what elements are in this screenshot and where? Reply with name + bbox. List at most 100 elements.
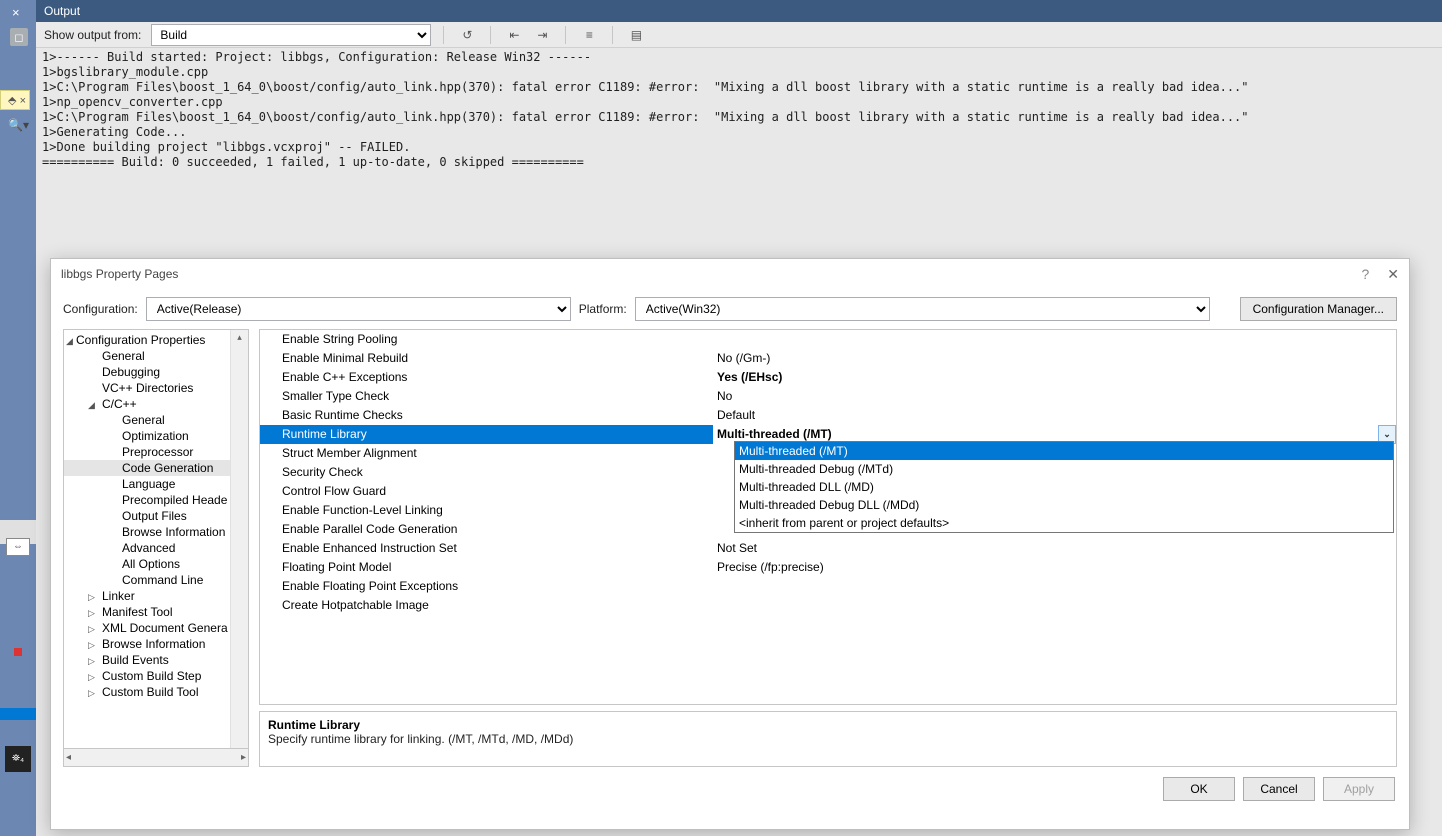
indent-icon[interactable]: ⇥: [531, 25, 553, 45]
property-name: Runtime Library: [260, 425, 713, 444]
tree-item-label: Configuration Properties: [76, 333, 205, 347]
tree-item[interactable]: Precompiled Heade: [64, 492, 248, 508]
errors-badge[interactable]: ⛯₄: [5, 746, 31, 772]
property-value[interactable]: Precise (/fp:precise): [713, 558, 1396, 577]
tree-item-label: General: [102, 349, 145, 363]
property-row[interactable]: Enable Enhanced Instruction SetNot Set: [260, 539, 1396, 558]
tree-item[interactable]: ▷Build Events: [64, 652, 248, 668]
dialog-title: libbgs Property Pages: [61, 267, 178, 281]
property-name: Enable Enhanced Instruction Set: [260, 539, 713, 558]
tree-item[interactable]: Preprocessor: [64, 444, 248, 460]
tree-item[interactable]: Advanced: [64, 540, 248, 556]
runtime-library-dropdown[interactable]: Multi-threaded (/MT)Multi-threaded Debug…: [734, 441, 1394, 533]
property-name: Enable Floating Point Exceptions: [260, 577, 713, 596]
show-output-label: Show output from:: [44, 28, 141, 42]
tree-item[interactable]: ▷XML Document Genera: [64, 620, 248, 636]
close-icon[interactable]: ×: [12, 5, 20, 20]
user-avatar-icon[interactable]: ◻: [10, 28, 28, 46]
ide-left-sidebar: × ◻ ⬘ × 🔍▾ ⇔ ⛯₄: [0, 0, 36, 836]
search-icon[interactable]: 🔍▾: [8, 118, 29, 132]
tree-item[interactable]: ▷Manifest Tool: [64, 604, 248, 620]
tree-item-label: All Options: [122, 557, 180, 571]
help-icon[interactable]: ?: [1361, 266, 1369, 282]
tree-item[interactable]: VC++ Directories: [64, 380, 248, 396]
help-title: Runtime Library: [268, 718, 1388, 732]
close-icon[interactable]: ✕: [1387, 266, 1399, 283]
tree-item[interactable]: Code Generation: [64, 460, 248, 476]
property-row[interactable]: Enable C++ ExceptionsYes (/EHsc): [260, 368, 1396, 387]
tree-item[interactable]: ▷Linker: [64, 588, 248, 604]
property-row[interactable]: Enable Floating Point Exceptions: [260, 577, 1396, 596]
apply-button: Apply: [1323, 777, 1395, 801]
property-name: Enable Parallel Code Generation: [260, 520, 713, 539]
tree-item-label: General: [122, 413, 165, 427]
vertical-scrollbar[interactable]: ▴: [230, 330, 248, 748]
outdent-icon[interactable]: ⇤: [503, 25, 525, 45]
property-value[interactable]: [713, 577, 1396, 596]
platform-select[interactable]: Active(Win32): [635, 297, 1210, 321]
output-source-select[interactable]: Build: [151, 24, 431, 46]
ok-button[interactable]: OK: [1163, 777, 1235, 801]
property-name: Security Check: [260, 463, 713, 482]
tree-item[interactable]: ◢C/C++: [64, 396, 248, 412]
dropdown-option[interactable]: Multi-threaded Debug (/MTd): [735, 460, 1393, 478]
cancel-button[interactable]: Cancel: [1243, 777, 1315, 801]
tree-item-label: Browse Information: [122, 525, 225, 539]
dropdown-option[interactable]: <inherit from parent or project defaults…: [735, 514, 1393, 532]
clear-output-icon[interactable]: ↺: [456, 25, 478, 45]
property-row[interactable]: Floating Point ModelPrecise (/fp:precise…: [260, 558, 1396, 577]
property-name: Floating Point Model: [260, 558, 713, 577]
property-value[interactable]: [713, 330, 1396, 349]
property-row[interactable]: Create Hotpatchable Image: [260, 596, 1396, 615]
tree-item[interactable]: ◢Configuration Properties: [64, 332, 248, 348]
tree-item-label: Advanced: [122, 541, 175, 555]
dropdown-option[interactable]: Multi-threaded (/MT): [735, 442, 1393, 460]
property-value[interactable]: Yes (/EHsc): [713, 368, 1396, 387]
property-name: Smaller Type Check: [260, 387, 713, 406]
output-title: Output: [36, 0, 1442, 22]
word-wrap-icon[interactable]: ≡: [578, 25, 600, 45]
pinned-tab[interactable]: ⬘ ×: [0, 90, 30, 110]
property-value[interactable]: [713, 596, 1396, 615]
tree-item-label: Linker: [102, 589, 135, 603]
dropdown-option[interactable]: Multi-threaded DLL (/MD): [735, 478, 1393, 496]
tree-item[interactable]: All Options: [64, 556, 248, 572]
tree-item-label: Command Line: [122, 573, 203, 587]
property-row[interactable]: Enable Minimal RebuildNo (/Gm-): [260, 349, 1396, 368]
handle-icon[interactable]: ⇔: [6, 538, 30, 556]
property-value[interactable]: Default: [713, 406, 1396, 425]
tree-item[interactable]: Output Files: [64, 508, 248, 524]
tree-item-label: Preprocessor: [122, 445, 193, 459]
tree-item[interactable]: ▷Custom Build Step: [64, 668, 248, 684]
property-value[interactable]: Not Set: [713, 539, 1396, 558]
configuration-manager-button[interactable]: Configuration Manager...: [1240, 297, 1397, 321]
property-name: Enable Minimal Rebuild: [260, 349, 713, 368]
configuration-select[interactable]: Active(Release): [146, 297, 571, 321]
property-row[interactable]: Enable String Pooling: [260, 330, 1396, 349]
property-row[interactable]: Smaller Type CheckNo: [260, 387, 1396, 406]
output-text[interactable]: 1>------ Build started: Project: libbgs,…: [36, 48, 1442, 172]
tree-item[interactable]: Command Line: [64, 572, 248, 588]
tree-item[interactable]: Optimization: [64, 428, 248, 444]
tree-item-label: Precompiled Heade: [122, 493, 227, 507]
tree-item[interactable]: Language: [64, 476, 248, 492]
property-row[interactable]: Basic Runtime ChecksDefault: [260, 406, 1396, 425]
tree-item[interactable]: Debugging: [64, 364, 248, 380]
tree-item-label: Output Files: [122, 509, 187, 523]
tree-item[interactable]: Browse Information: [64, 524, 248, 540]
tree-item-label: Manifest Tool: [102, 605, 172, 619]
dropdown-option[interactable]: Multi-threaded Debug DLL (/MDd): [735, 496, 1393, 514]
tree-item[interactable]: General: [64, 348, 248, 364]
property-name: Basic Runtime Checks: [260, 406, 713, 425]
tree-item-label: Custom Build Tool: [102, 685, 199, 699]
tree-item[interactable]: ▷Browse Information: [64, 636, 248, 652]
tree-item[interactable]: ▷Custom Build Tool: [64, 684, 248, 700]
property-name: Control Flow Guard: [260, 482, 713, 501]
horizontal-scrollbar[interactable]: ◂▸: [64, 748, 248, 766]
settings-icon[interactable]: ▤: [625, 25, 647, 45]
property-value[interactable]: No: [713, 387, 1396, 406]
tree-item-label: Debugging: [102, 365, 160, 379]
property-value[interactable]: No (/Gm-): [713, 349, 1396, 368]
dialog-top-controls: Configuration: Active(Release) Platform:…: [51, 289, 1409, 329]
tree-item[interactable]: General: [64, 412, 248, 428]
